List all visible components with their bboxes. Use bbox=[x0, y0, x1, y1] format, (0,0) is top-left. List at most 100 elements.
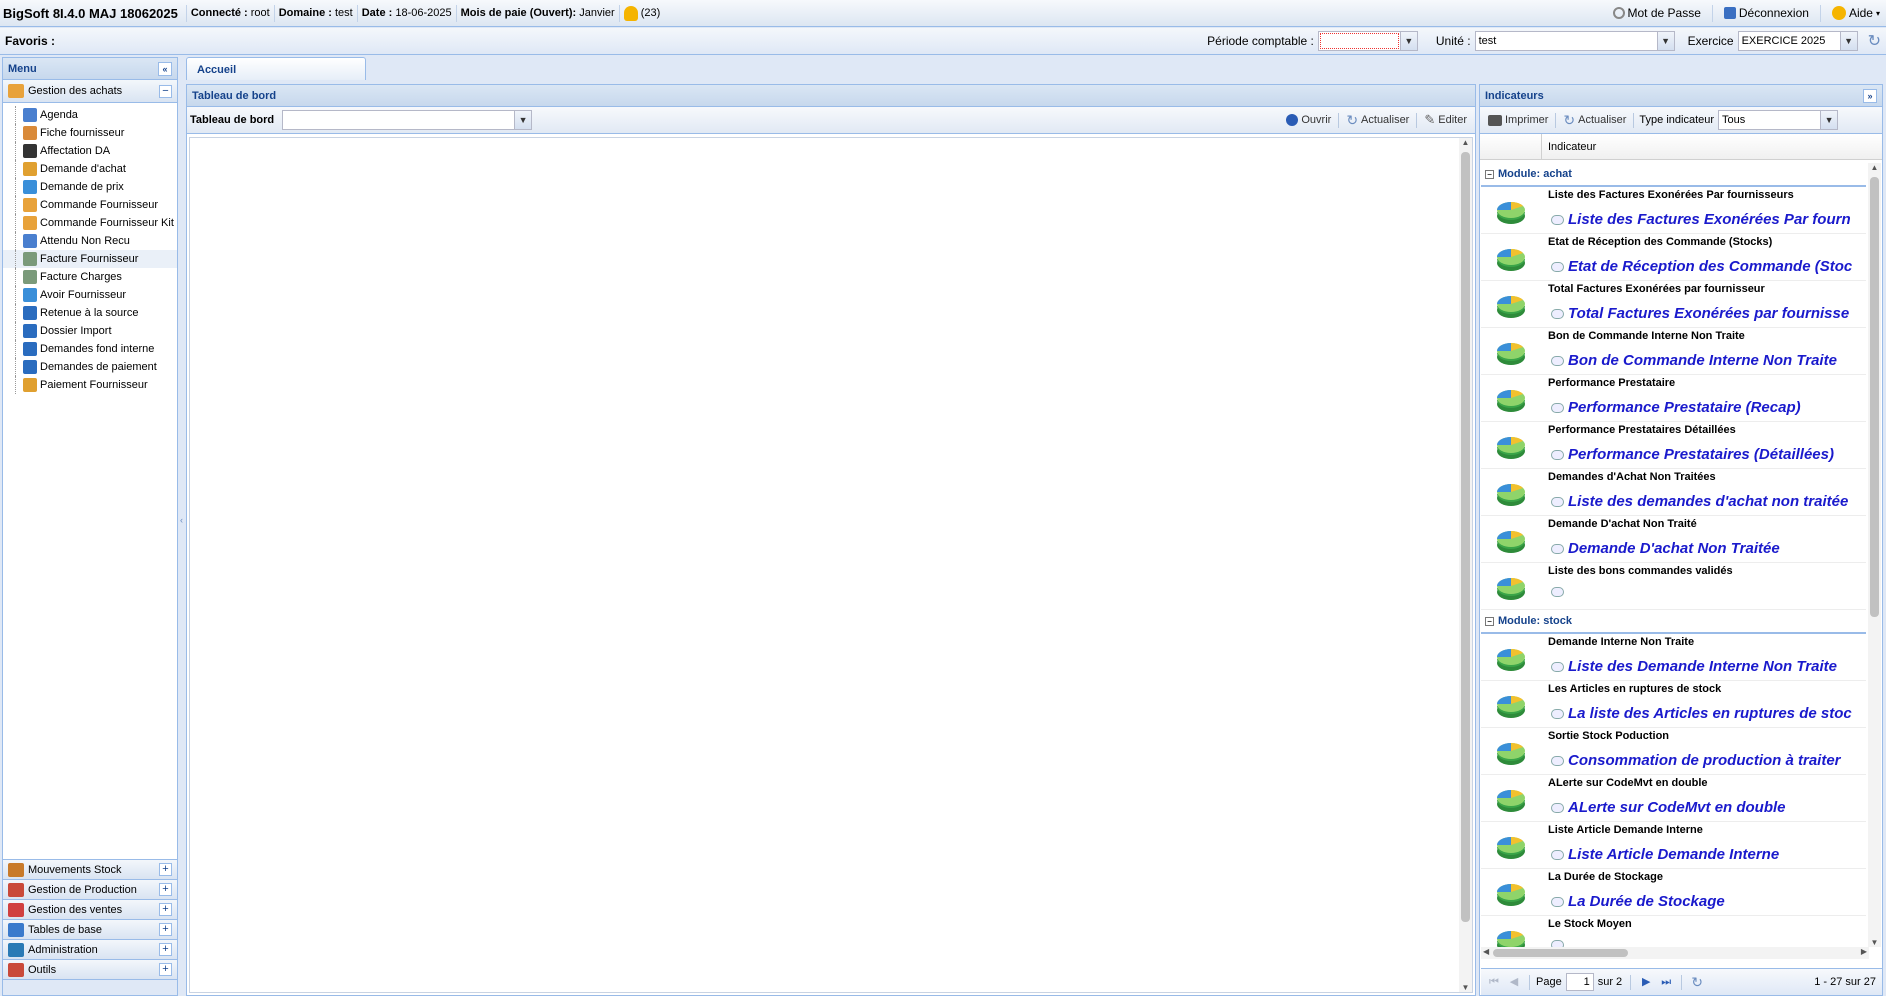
indicator-row[interactable]: ALerte sur CodeMvt en double ALerte sur C… bbox=[1481, 775, 1866, 822]
help-button[interactable]: Aide ▾ bbox=[1829, 4, 1883, 22]
menu-item[interactable]: Demande de prix bbox=[3, 178, 177, 196]
indicator-link-label[interactable]: Performance Prestataires (Détaillées) bbox=[1568, 446, 1834, 463]
unit-select[interactable]: test ▼ bbox=[1474, 31, 1675, 51]
section-gestion-achats[interactable]: Gestion des achats − bbox=[3, 80, 177, 103]
indicator-link[interactable]: Etat de Réception des Commande (Stoc bbox=[1551, 258, 1852, 275]
menu-item[interactable]: Demandes fond interne bbox=[3, 340, 177, 358]
menu-section[interactable]: Administration + bbox=[3, 940, 177, 960]
indicator-link[interactable]: La Durée de Stockage bbox=[1551, 893, 1725, 910]
expand-icon[interactable]: + bbox=[159, 883, 172, 896]
indicator-link-label[interactable]: Total Factures Exonérées par fournisse bbox=[1568, 305, 1849, 322]
chevron-down-icon[interactable]: ▼ bbox=[1399, 32, 1417, 50]
password-button[interactable]: Mot de Passe bbox=[1610, 4, 1704, 22]
indicator-row[interactable]: La Durée de Stockage La Durée de Stockage bbox=[1481, 869, 1866, 916]
indicator-link-label[interactable]: ALerte sur CodeMvt en double bbox=[1568, 799, 1786, 816]
exercise-select[interactable]: EXERCICE 2025 ▼ bbox=[1737, 31, 1858, 51]
indicator-link-label[interactable]: Liste Article Demande Interne bbox=[1568, 846, 1779, 863]
collapse-icon[interactable]: − bbox=[1485, 616, 1494, 626]
bell-icon[interactable] bbox=[623, 5, 638, 21]
next-page-icon[interactable]: ▶ bbox=[1639, 975, 1653, 989]
indicator-link[interactable]: La liste des Articles en ruptures de sto… bbox=[1551, 705, 1852, 722]
expand-icon[interactable]: + bbox=[159, 923, 172, 936]
indicator-link-label[interactable]: Demande D'achat Non Traitée bbox=[1568, 540, 1780, 557]
print-button[interactable]: Imprimer bbox=[1483, 114, 1553, 126]
indicator-link[interactable]: Consommation de production à traiter bbox=[1551, 752, 1841, 769]
indicators-scrollbar[interactable]: ▲ ▼ bbox=[1868, 163, 1881, 947]
chevron-down-icon[interactable]: ▼ bbox=[1820, 111, 1838, 129]
indicator-group-header[interactable]: − Module: stock bbox=[1481, 610, 1866, 634]
indicators-hscrollbar[interactable]: ◀ ▶ bbox=[1481, 947, 1869, 959]
indicator-group-header[interactable]: − Module: achat bbox=[1481, 163, 1866, 187]
indicator-link[interactable]: Liste des Factures Exonérées Par fourn bbox=[1551, 211, 1851, 228]
indicator-link[interactable]: ALerte sur CodeMvt en double bbox=[1551, 799, 1786, 816]
indicator-link-label[interactable]: Consommation de production à traiter bbox=[1568, 752, 1841, 769]
indicator-link-label[interactable]: Etat de Réception des Commande (Stoc bbox=[1568, 258, 1852, 275]
indicator-link-label[interactable]: Liste des Factures Exonérées Par fourn bbox=[1568, 211, 1851, 228]
open-button[interactable]: Ouvrir bbox=[1281, 114, 1336, 126]
menu-item[interactable]: Dossier Import bbox=[3, 322, 177, 340]
indicator-row[interactable]: Sortie Stock Poduction Consommation de pr… bbox=[1481, 728, 1866, 775]
indicator-link[interactable]: Liste des Demande Interne Non Traite bbox=[1551, 658, 1837, 675]
indicator-row[interactable]: Etat de Réception des Commande (Stocks) E… bbox=[1481, 234, 1866, 281]
last-page-icon[interactable]: ⏭ bbox=[1659, 975, 1673, 989]
menu-section[interactable]: Mouvements Stock + bbox=[3, 860, 177, 880]
menu-item[interactable]: Fiche fournisseur bbox=[3, 124, 177, 142]
indicator-link[interactable]: Total Factures Exonérées par fournisse bbox=[1551, 305, 1849, 322]
splitter-handle[interactable]: ‹ bbox=[180, 515, 184, 535]
indicator-link-label[interactable]: Liste des Demande Interne Non Traite bbox=[1568, 658, 1837, 675]
edit-button[interactable]: ✎ Editer bbox=[1419, 112, 1472, 128]
indicator-row[interactable]: Performance Prestataire Performance Prest… bbox=[1481, 375, 1866, 422]
period-select[interactable]: ▼ bbox=[1317, 31, 1418, 51]
refresh-icon[interactable]: ↻ bbox=[1868, 31, 1881, 51]
menu-item[interactable]: Avoir Fournisseur bbox=[3, 286, 177, 304]
logout-button[interactable]: Déconnexion bbox=[1721, 4, 1812, 22]
collapse-left-icon[interactable]: « bbox=[158, 61, 172, 76]
indicator-link[interactable]: Performance Prestataire (Recap) bbox=[1551, 399, 1801, 416]
expand-icon[interactable]: + bbox=[159, 903, 172, 916]
chevron-down-icon[interactable]: ▼ bbox=[1839, 32, 1857, 50]
collapse-icon[interactable]: − bbox=[1485, 169, 1494, 179]
indicator-row[interactable]: Demandes d'Achat Non Traitées Liste des d… bbox=[1481, 469, 1866, 516]
indicator-row[interactable]: Le Stock Moyen bbox=[1481, 916, 1866, 947]
menu-item[interactable]: Facture Charges bbox=[3, 268, 177, 286]
menu-item[interactable]: Demande d'achat bbox=[3, 160, 177, 178]
indicator-row[interactable]: Demande D'achat Non Traité Demande D'acha… bbox=[1481, 516, 1866, 563]
refresh-icon[interactable]: ↻ bbox=[1690, 975, 1704, 989]
expand-icon[interactable]: + bbox=[159, 863, 172, 876]
menu-item[interactable]: Commande Fournisseur bbox=[3, 196, 177, 214]
menu-section[interactable]: Gestion de Production + bbox=[3, 880, 177, 900]
refresh-button[interactable]: ↻ Actualiser bbox=[1341, 112, 1414, 129]
tab-accueil[interactable]: Accueil bbox=[186, 57, 366, 80]
indicator-link[interactable]: Liste des demandes d'achat non traitée bbox=[1551, 493, 1848, 510]
first-page-icon[interactable]: ⏮ bbox=[1487, 975, 1501, 989]
indicator-row[interactable]: Bon de Commande Interne Non Traite Bon de… bbox=[1481, 328, 1866, 375]
indicator-row[interactable]: Liste des bons commandes validés bbox=[1481, 563, 1866, 610]
indicator-row[interactable]: Performance Prestataires Détaillées Perfo… bbox=[1481, 422, 1866, 469]
dashboard-select[interactable]: ▼ bbox=[282, 110, 533, 130]
collapse-right-icon[interactable]: » bbox=[1863, 88, 1877, 103]
indicators-column-header[interactable]: Indicateur bbox=[1480, 133, 1882, 160]
indicator-link[interactable] bbox=[1551, 940, 1568, 947]
indicator-link[interactable]: Demande D'achat Non Traitée bbox=[1551, 540, 1780, 557]
menu-item[interactable]: Demandes de paiement bbox=[3, 358, 177, 376]
menu-item[interactable]: Affectation DA bbox=[3, 142, 177, 160]
dashboard-scrollbar[interactable]: ▲ ▼ bbox=[1459, 138, 1472, 992]
indicator-row[interactable]: Les Articles en ruptures de stock La list… bbox=[1481, 681, 1866, 728]
expand-icon[interactable]: + bbox=[159, 943, 172, 956]
menu-item[interactable]: Facture Fournisseur bbox=[3, 250, 177, 268]
indicator-row[interactable]: Liste Article Demande Interne Liste Artic… bbox=[1481, 822, 1866, 869]
indicator-link[interactable]: Bon de Commande Interne Non Traite bbox=[1551, 352, 1837, 369]
menu-item[interactable]: Attendu Non Recu bbox=[3, 232, 177, 250]
indicator-link[interactable]: Liste Article Demande Interne bbox=[1551, 846, 1779, 863]
indicator-row[interactable]: Demande Interne Non Traite Liste des Dema… bbox=[1481, 634, 1866, 681]
indicator-link-label[interactable]: La liste des Articles en ruptures de sto… bbox=[1568, 705, 1852, 722]
menu-section[interactable]: Tables de base + bbox=[3, 920, 177, 940]
menu-item[interactable]: Retenue à la source bbox=[3, 304, 177, 322]
menu-item[interactable]: Agenda bbox=[3, 106, 177, 124]
indicator-link[interactable]: Performance Prestataires (Détaillées) bbox=[1551, 446, 1834, 463]
indicator-link-label[interactable]: Liste des demandes d'achat non traitée bbox=[1568, 493, 1848, 510]
expand-icon[interactable]: + bbox=[159, 963, 172, 976]
collapse-icon[interactable]: − bbox=[159, 84, 172, 98]
notification-count[interactable]: (23) bbox=[641, 7, 661, 19]
chevron-down-icon[interactable]: ▼ bbox=[1656, 32, 1674, 50]
